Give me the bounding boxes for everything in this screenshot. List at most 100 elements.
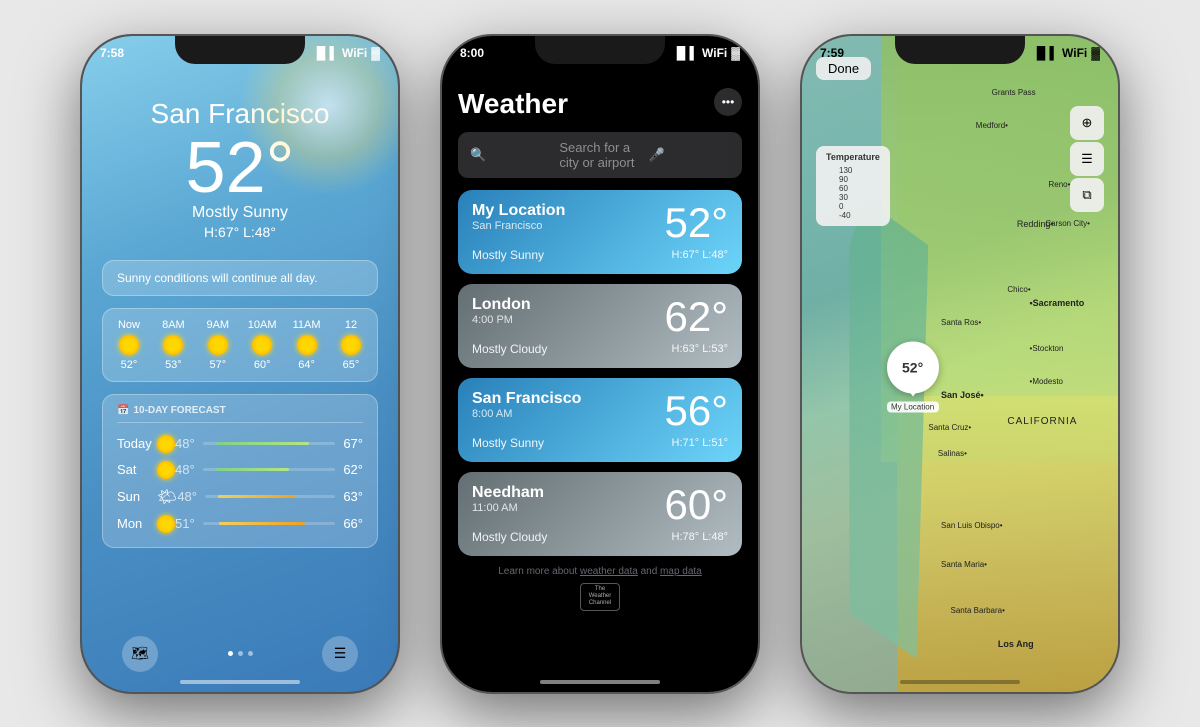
city-label-san-jose: San José• (941, 390, 984, 400)
home-indicator (180, 680, 300, 684)
high-low: H:67° L:48° (102, 224, 378, 240)
hour-item: 8AM 53° (155, 319, 191, 371)
hour-item: 12 65° (333, 319, 369, 371)
city-label-grants-pass: Grants Pass (992, 88, 1036, 97)
city-name: San Francisco (102, 98, 378, 130)
city-label-salinas: Salinas• (938, 449, 967, 458)
notch (535, 36, 665, 64)
forecast-row: Mon 51° 66° (117, 511, 363, 537)
hour-item: Now 52° (111, 319, 147, 371)
city-label-sacramento: •Sacramento (1030, 298, 1085, 308)
list-button[interactable]: ☰ (322, 636, 358, 672)
city-label-los-angeles: Los Ang (998, 639, 1034, 649)
phone-2: 8:00 ▐▌▌ WiFi ▓ ••• Weather 🔍 Search for… (440, 34, 760, 694)
status-icons: ▐▌▌ WiFi ▓ (673, 46, 740, 60)
phone-3: 7:59 ▐▌▌ WiFi ▓ Done ⊕ ☰ ⧉ (800, 34, 1120, 694)
search-placeholder: Search for a city or airport (559, 140, 640, 170)
map-control-buttons: ⊕ ☰ ⧉ (1070, 106, 1104, 212)
city-label-santa-rosa: Santa Ros• (941, 318, 981, 327)
sun-icon (157, 515, 175, 533)
main-temperature: 52° (102, 132, 378, 204)
forecast-row: Sat 48° 62° (117, 457, 363, 483)
hour-item: 9AM 57° (200, 319, 236, 371)
home-indicator (900, 680, 1020, 684)
weather-data-link[interactable]: weather data (580, 566, 638, 577)
weather-channel-logo: TheWeatherChannel (580, 583, 620, 611)
wifi-icon: WiFi (342, 46, 367, 60)
temperature-legend: Temperature 130 90 60 30 0 -40 (816, 146, 890, 226)
forecast-row: Sun 🌤 48° 63° (117, 483, 363, 511)
page-dot-active (228, 651, 233, 656)
map-data-link[interactable]: map data (660, 566, 702, 577)
location-button[interactable]: ⊕ (1070, 106, 1104, 140)
map-button[interactable]: 🗺 (122, 636, 158, 672)
search-bar[interactable]: 🔍 Search for a city or airport 🎤 (458, 132, 742, 178)
sun-icon (341, 335, 361, 355)
location-card-my-location[interactable]: My Location San Francisco 52° Mostly Sun… (458, 190, 742, 274)
layers-button[interactable]: ⧉ (1070, 178, 1104, 212)
my-location-label: My Location (887, 401, 939, 412)
calendar-icon: 📅 (117, 405, 129, 416)
power-button (1118, 166, 1120, 226)
location-temperature: 52° (902, 359, 923, 375)
city-label-carson-city: Carson City• (1045, 219, 1090, 228)
forecast-header: 📅 10-DAY FORECAST (117, 405, 363, 423)
status-time: 7:58 (100, 46, 124, 60)
city-label-chico: Chico• (1007, 285, 1030, 294)
footer-text: Learn more about weather data and map da… (458, 566, 742, 577)
more-button[interactable]: ••• (714, 88, 742, 116)
status-icons: ▐▌▌ WiFi ▓ (313, 46, 380, 60)
sun-icon (252, 335, 272, 355)
sun-icon (163, 335, 183, 355)
location-card-london[interactable]: London 4:00 PM 62° Mostly Cloudy H:63° L… (458, 284, 742, 368)
coast-area (849, 200, 928, 659)
city-label-stockton: •Stockton (1030, 344, 1064, 353)
power-button (758, 166, 760, 226)
city-label-reno: Reno• (1048, 180, 1070, 189)
city-label-san-luis-obispo: San Luis Obispo• (941, 521, 1003, 530)
status-time: 8:00 (460, 46, 484, 60)
weather-condition: Mostly Sunny (102, 204, 378, 222)
wifi-icon: WiFi (702, 46, 727, 60)
sun-icon (208, 335, 228, 355)
condition-note: Sunny conditions will continue all day. (102, 260, 378, 296)
battery-icon: ▓ (731, 46, 740, 60)
microphone-icon[interactable]: 🎤 (649, 147, 730, 163)
sun-icon (157, 461, 175, 479)
location-card-san-francisco[interactable]: San Francisco 8:00 AM 56° Mostly Sunny H… (458, 378, 742, 462)
sun-icon (297, 335, 317, 355)
toolbar: 🗺 ☰ (82, 636, 398, 672)
partly-cloudy-icon: 🌤 (157, 487, 177, 507)
page-dot (248, 651, 253, 656)
city-label-santa-barbara: Santa Barbara• (951, 606, 1005, 615)
page-dots (228, 651, 253, 656)
sun-icon (157, 435, 175, 453)
region-label-california: CALIFORNIA (1007, 416, 1077, 427)
power-button (398, 166, 400, 226)
notch (895, 36, 1025, 64)
done-button[interactable]: Done (816, 57, 871, 80)
location-card-needham[interactable]: Needham 11:00 AM 60° Mostly Cloudy H:78°… (458, 472, 742, 556)
hour-item: 10AM 60° (244, 319, 280, 371)
page-dot (238, 651, 243, 656)
signal-icon: ▐▌▌ (673, 46, 699, 60)
city-label-modesto: •Modesto (1030, 377, 1063, 386)
city-label-medford: Medford• (976, 121, 1008, 130)
city-label-santa-maria: Santa Maria• (941, 560, 987, 569)
battery-icon: ▓ (371, 46, 380, 60)
notch (175, 36, 305, 64)
list-button[interactable]: ☰ (1070, 142, 1104, 176)
weather-list-title: Weather (458, 88, 742, 120)
hourly-forecast: Now 52° 8AM 53° 9AM 57° (102, 308, 378, 382)
phone-1: 7:58 ▐▌▌ WiFi ▓ San Francisco 52° Mostly… (80, 34, 400, 694)
forecast-row: Today 48° 67° (117, 431, 363, 457)
sun-icon (119, 335, 139, 355)
location-pin: 52° My Location (887, 341, 939, 412)
ten-day-forecast: 📅 10-DAY FORECAST Today 48° 67° Sat 48° (102, 394, 378, 548)
city-label-santa-cruz: Santa Cruz• (928, 423, 971, 432)
home-indicator (540, 680, 660, 684)
hour-item: 11AM 64° (289, 319, 325, 371)
legend-labels: 130 90 60 30 0 -40 (836, 166, 852, 220)
search-icon: 🔍 (470, 147, 551, 163)
location-temp-circle: 52° (887, 341, 939, 393)
